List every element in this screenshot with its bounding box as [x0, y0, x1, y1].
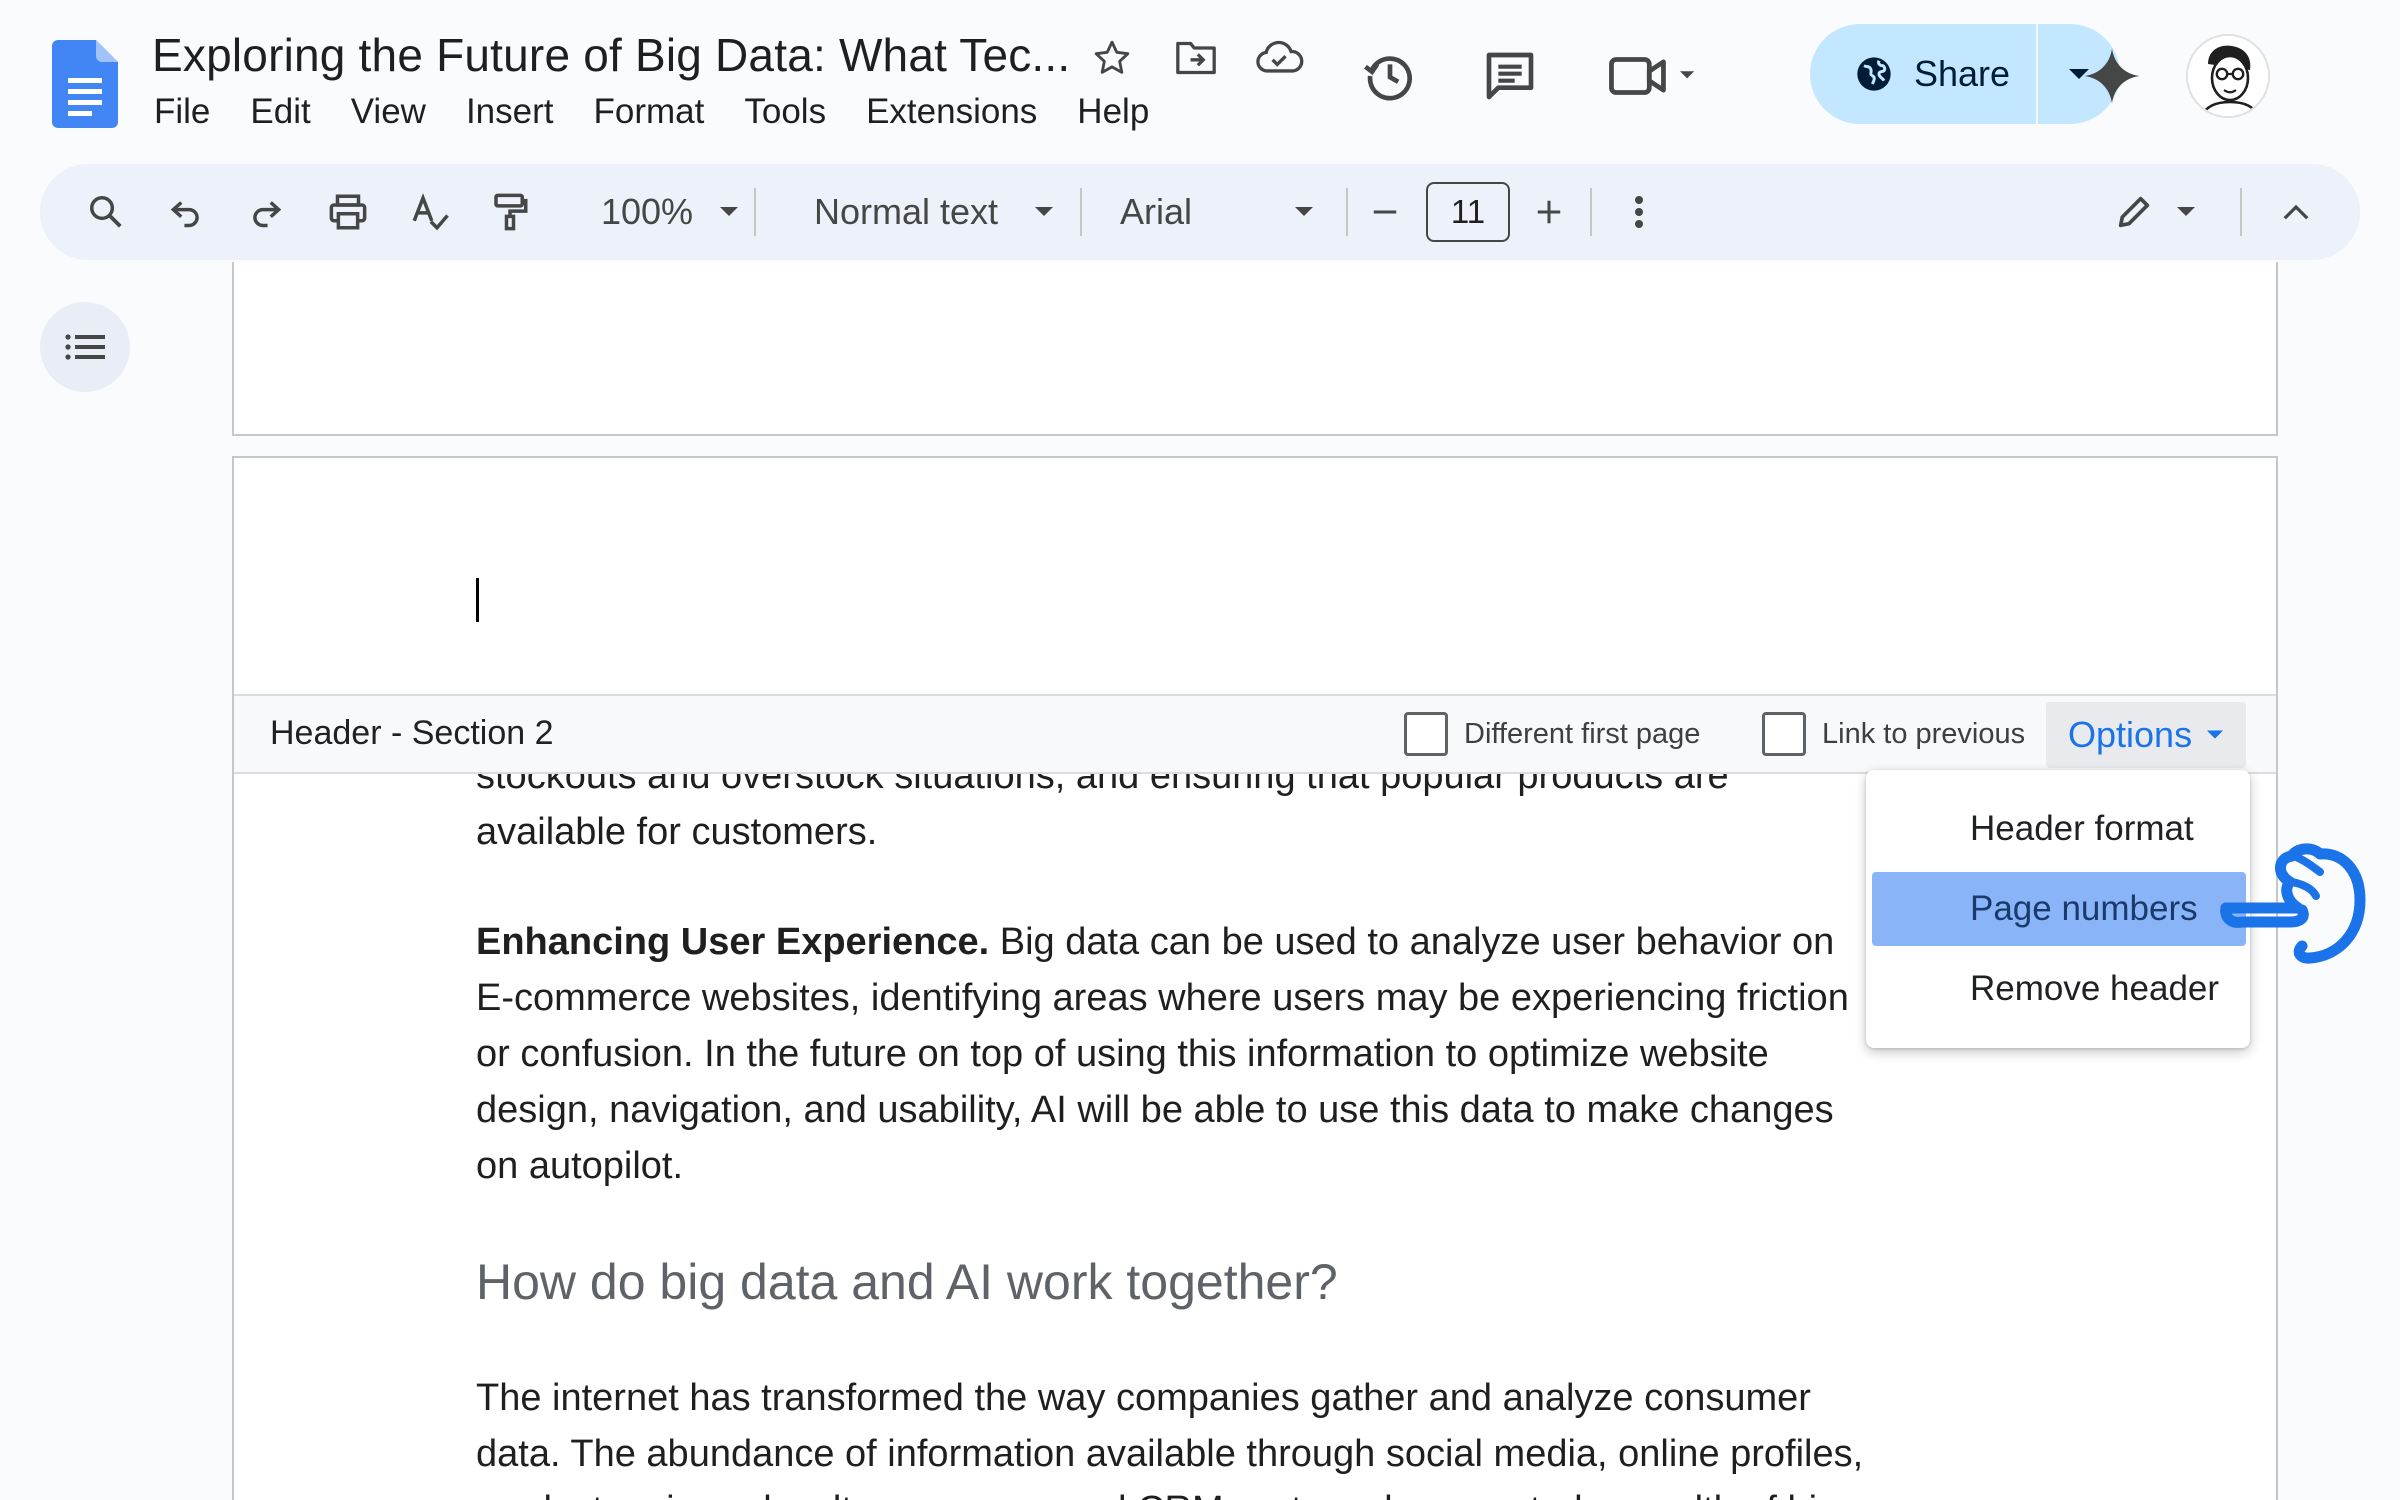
different-first-page-option[interactable]: Different first page — [1404, 712, 1700, 756]
paragraph-line: product reviews, loyalty programs, and C… — [476, 1482, 2036, 1500]
avatar[interactable] — [2186, 34, 2270, 118]
gemini-icon[interactable] — [2080, 44, 2144, 108]
paragraph-line: The internet has transformed the way com… — [476, 1377, 1811, 1419]
search-icon[interactable] — [76, 164, 136, 260]
link-to-previous-option[interactable]: Link to previous — [1762, 712, 2025, 756]
paragraph-line: Enhancing User Experience. Big data can … — [476, 921, 1835, 963]
document-body[interactable]: stockouts and overstock situations, and … — [476, 748, 2036, 1500]
section-heading: How do big data and AI work together? — [476, 1254, 1338, 1310]
paint-format-icon[interactable] — [478, 164, 542, 260]
paragraph-line: or confusion. In the future on top of us… — [476, 1033, 1769, 1075]
chevron-down-icon — [1035, 207, 1054, 216]
font-select[interactable]: Arial — [1120, 164, 1360, 260]
menu-edit[interactable]: Edit — [250, 92, 310, 132]
version-history-icon[interactable] — [1360, 46, 1420, 106]
menu-item-remove-header[interactable]: Remove header — [1872, 952, 2246, 1026]
zoom-select[interactable]: 100% — [570, 164, 770, 260]
paragraph-line: on autopilot. — [476, 1145, 684, 1187]
style-value: Normal text — [813, 191, 999, 232]
paragraph-line: E-commerce websites, identifying areas w… — [476, 977, 1849, 1019]
document-title[interactable]: Exploring the Future of Big Data: What T… — [152, 28, 1070, 82]
different-first-page-checkbox[interactable] — [1404, 712, 1448, 756]
paragraph-line: available for customers. — [476, 811, 878, 853]
header-options-menu: Header format Page numbers Remove header — [1866, 770, 2250, 1048]
globe-icon — [1857, 57, 1891, 91]
collapse-icon[interactable] — [2266, 164, 2326, 260]
options-label: Options — [2068, 714, 2193, 755]
paragraph-line: data. The abundance of information avail… — [476, 1433, 1864, 1475]
menu-insert[interactable]: Insert — [466, 92, 554, 132]
cloud-saved-icon[interactable] — [1256, 34, 1304, 82]
style-select[interactable]: Normal text — [784, 164, 1084, 260]
decrease-font-size-button[interactable] — [1358, 164, 1412, 260]
redo-icon[interactable] — [236, 164, 296, 260]
menu-view[interactable]: View — [351, 92, 426, 132]
menu-extensions[interactable]: Extensions — [866, 92, 1037, 132]
zoom-value: 100% — [600, 191, 694, 232]
menu-file[interactable]: File — [154, 92, 210, 132]
share-button[interactable]: Share — [1810, 24, 2120, 124]
chevron-down-icon — [720, 207, 739, 216]
header-section-bar: Header - Section 2 Different first page … — [234, 694, 2276, 774]
edit-mode-icon[interactable] — [2080, 164, 2230, 260]
increase-font-size-button[interactable] — [1522, 164, 1576, 260]
spellcheck-icon[interactable] — [398, 164, 462, 260]
text-cursor — [476, 578, 479, 622]
chevron-down-icon — [2177, 207, 2195, 216]
main-toolbar: 100% Normal text Arial 11 — [40, 164, 2360, 260]
share-label: Share — [1914, 53, 2011, 94]
link-to-previous-checkbox[interactable] — [1762, 712, 1806, 756]
header-options-button[interactable]: Options — [2046, 702, 2246, 768]
pointer-hand-icon — [2220, 843, 2366, 964]
docs-logo-icon[interactable] — [52, 40, 118, 128]
move-to-folder-icon[interactable] — [1172, 34, 1220, 82]
chevron-down-icon — [1295, 207, 1314, 216]
more-vert-icon[interactable] — [1614, 164, 1664, 260]
paragraph-line: design, navigation, and usability, AI wi… — [476, 1089, 1834, 1131]
menu-item-header-format[interactable]: Header format — [1872, 792, 2246, 866]
menu-help[interactable]: Help — [1077, 92, 1149, 132]
previous-page[interactable] — [232, 262, 2278, 436]
star-icon[interactable] — [1088, 34, 1136, 82]
different-first-page-label: Different first page — [1464, 717, 1701, 750]
meet-icon[interactable] — [1604, 46, 1704, 106]
font-size-input[interactable]: 11 — [1426, 182, 1510, 242]
undo-icon[interactable] — [156, 164, 216, 260]
comments-icon[interactable] — [1480, 46, 1540, 106]
chevron-down-icon — [2206, 730, 2224, 739]
header-section-title: Header - Section 2 — [270, 714, 554, 752]
menu-item-page-numbers[interactable]: Page numbers — [1872, 872, 2246, 946]
top-bar: Exploring the Future of Big Data: What T… — [0, 0, 2400, 160]
font-value: Arial — [1120, 191, 1193, 232]
menu-format[interactable]: Format — [594, 92, 705, 132]
link-to-previous-label: Link to previous — [1822, 717, 2026, 750]
print-icon[interactable] — [316, 164, 380, 260]
menu-tools[interactable]: Tools — [744, 92, 826, 132]
bold-lead: Enhancing User Experience. — [476, 921, 990, 963]
menu-bar: File Edit View Insert Format Tools Exten… — [154, 92, 1149, 132]
